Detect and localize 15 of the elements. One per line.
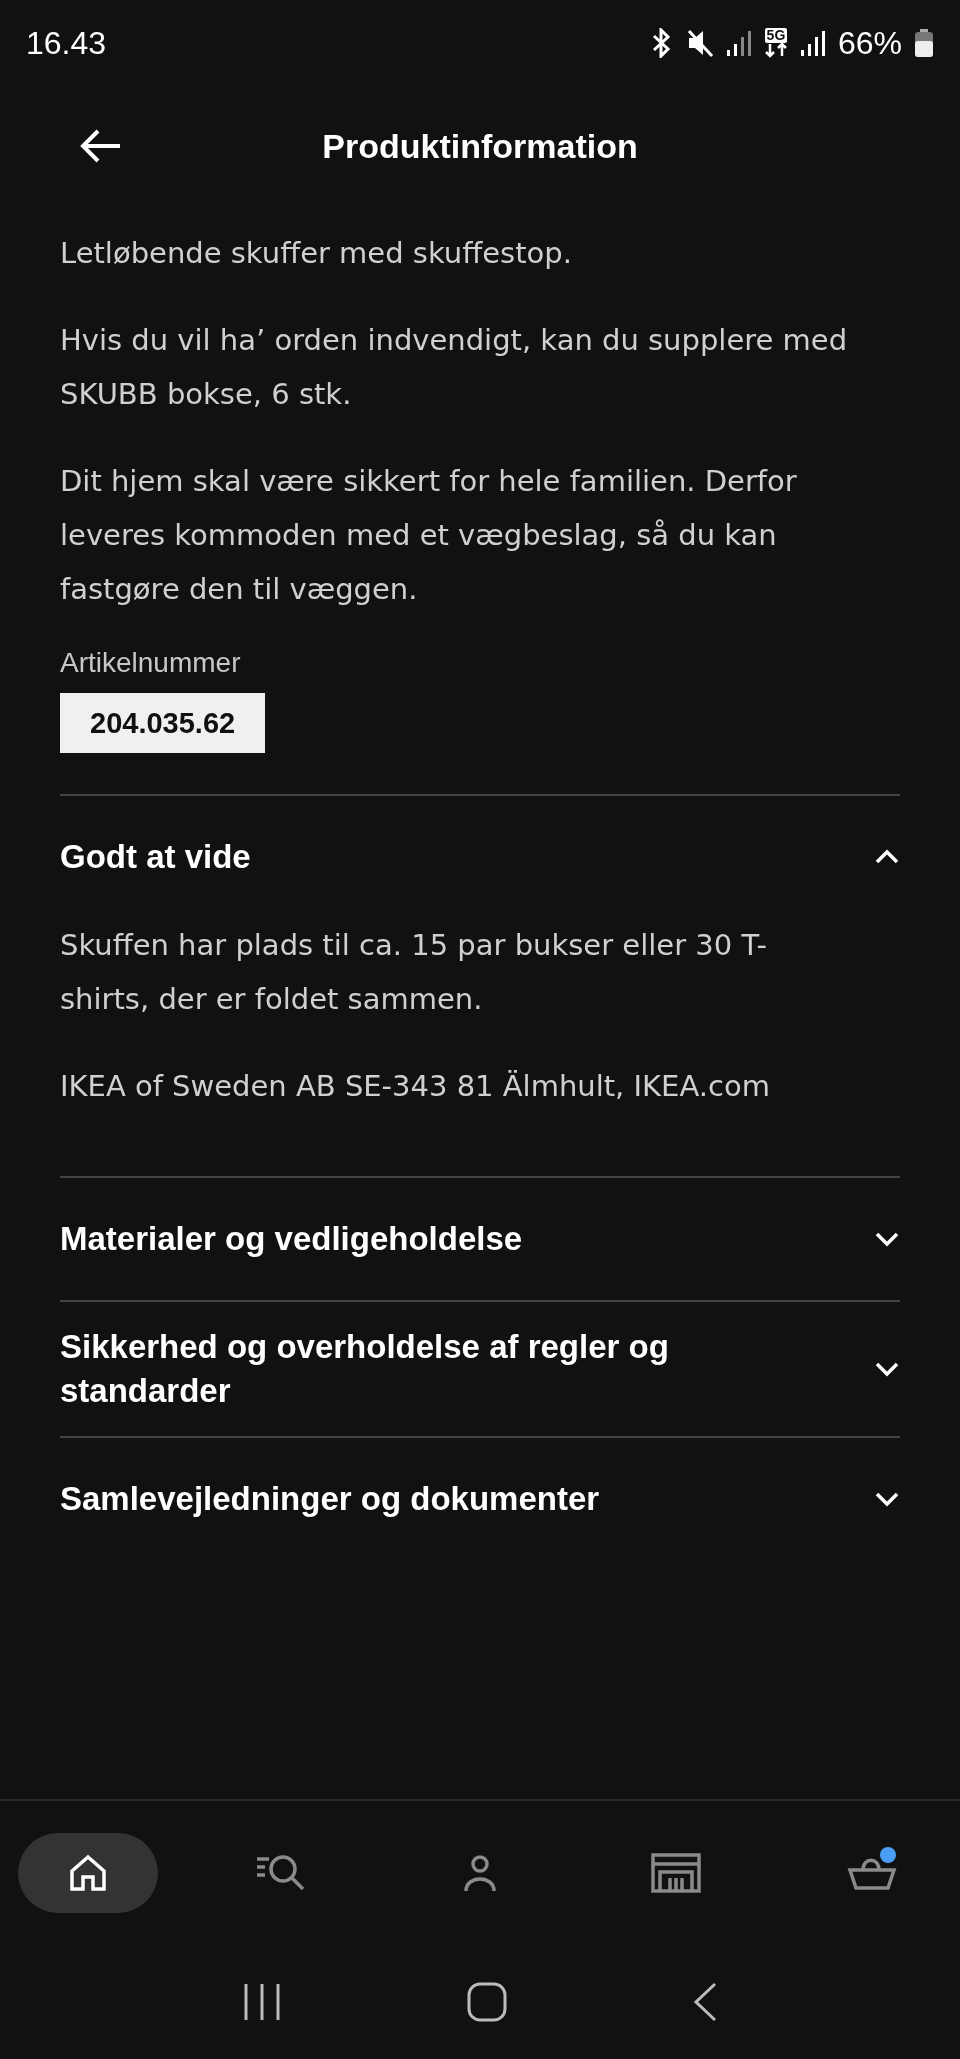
page-title: Produktinformation	[322, 125, 638, 167]
section-text: IKEA of Sweden AB SE-343 81 Älmhult, IKEA.com	[60, 1068, 771, 1105]
description-text: Hvis du vil ha’ orden indvendigt, kan du supplere med SKUBB bokse, 6 stk.	[60, 322, 849, 413]
article-number: 204.035.62	[60, 693, 266, 753]
accordion-header[interactable]: Sikkerhed og overholdelse af regler og standarder	[60, 1302, 900, 1436]
accordion-header[interactable]: Materialer og vedligeholdelse	[60, 1178, 900, 1300]
battery-percent: 66%	[837, 24, 902, 63]
article-number-label: Artikelnummer	[60, 646, 242, 680]
section-text: Skuffen har plads til ca. 15 par bukser eller 30 T-shirts, der er foldet sammen.	[60, 927, 768, 1018]
status-time: 16.43	[26, 24, 107, 63]
description-text: Letløbende skuffer med skuffestop.	[60, 235, 573, 272]
accordion-header[interactable]: Godt at vide	[60, 796, 900, 918]
accordion-header[interactable]: Samlevejledninger og dokumenter	[60, 1438, 900, 1560]
description-text: Dit hjem skal være sikkert for hele familien. Derfor leveres kommoden med et vægbeslag, så du kan fastgøre den til væggen.	[60, 463, 798, 608]
network-type-badge: 5G	[764, 28, 788, 43]
